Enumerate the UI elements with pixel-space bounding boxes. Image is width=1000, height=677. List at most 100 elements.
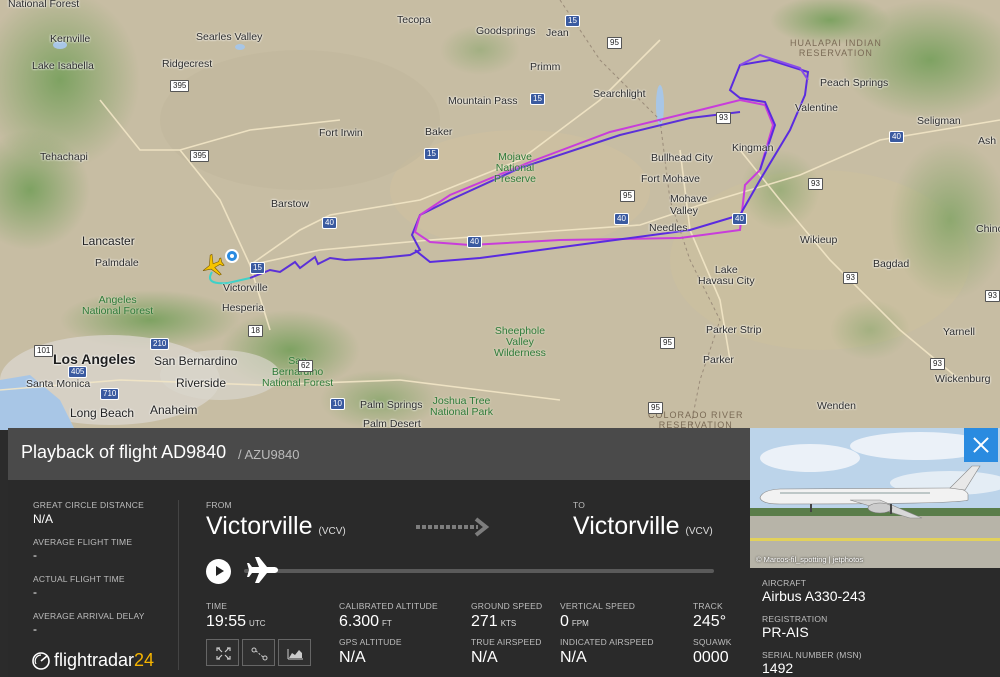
toggle-route-button[interactable] (242, 639, 275, 666)
label-kernville: Kernville (50, 33, 91, 45)
label-tecopa: Tecopa (397, 14, 431, 26)
label-seligman: Seligman (917, 115, 961, 127)
label-baker: Baker (425, 126, 453, 138)
play-button[interactable] (206, 559, 231, 584)
label-wickenburg: Wickenburg (935, 373, 991, 385)
highway-shield: 40 (614, 213, 629, 225)
highway-shield: 395 (170, 80, 190, 92)
avg-flight-label: AVERAGE FLIGHT TIME (33, 537, 133, 547)
serial-label: SERIAL NUMBER (MSN) (762, 650, 862, 660)
highway-shield: 93 (716, 112, 731, 124)
ground-speed-label: GROUND SPEED (471, 601, 543, 611)
airport-pin-icon[interactable] (225, 249, 239, 263)
highway-shield: 93 (930, 358, 945, 370)
expand-icon (216, 647, 231, 660)
graph-icon (287, 649, 303, 660)
registration-value: PR-AIS (762, 624, 809, 640)
label-valentine: Valentine (795, 102, 839, 114)
aircraft-label: AIRCRAFT (762, 578, 807, 588)
actual-flight-value: - (33, 585, 37, 599)
avg-delay-label: AVERAGE ARRIVAL DELAY (33, 611, 145, 621)
callsign-subtitle: / AZU9840 (238, 447, 300, 462)
label-lancaster: Lancaster (82, 234, 135, 248)
highway-shield: 95 (648, 402, 663, 414)
squawk-value: 0000 (693, 649, 729, 666)
registration-label: REGISTRATION (762, 614, 828, 624)
label-lake-isabella: Lake Isabella (32, 60, 94, 72)
ground-speed-value: 271 KTS (471, 613, 517, 630)
destination-city: Victorville (573, 512, 680, 540)
toggle-aircraft-button[interactable] (206, 639, 239, 666)
aircraft-info: AIRCRAFT Airbus A330-243 REGISTRATION PR… (750, 568, 1000, 677)
label-palm-springs: Palm Springs (360, 399, 423, 411)
label-mohave-valley: Mohave Valley (670, 193, 708, 217)
label-bagdad: Bagdad (873, 258, 910, 270)
timeline-plane-icon[interactable] (246, 556, 280, 584)
avg-delay-value: - (33, 622, 37, 636)
flightradar24-logo: flightradar 24 (32, 650, 154, 671)
label-wikieup: Wikieup (800, 234, 838, 246)
panel-body: GREAT CIRCLE DISTANCE N/A AVERAGE FLIGHT… (8, 480, 750, 677)
toggle-graph-button[interactable] (278, 639, 311, 666)
gps-alt-label: GPS ALTITUDE (339, 637, 402, 647)
highway-shield: 15 (250, 262, 265, 274)
close-button[interactable] (964, 428, 998, 462)
label-mountain-pass: Mountain Pass (448, 95, 518, 107)
gps-alt-value: N/A (339, 649, 366, 666)
time-label: TIME (206, 601, 228, 611)
highway-shield: 10 (330, 398, 345, 410)
label-peach-springs: Peach Springs (820, 77, 889, 89)
label-joshua-tree: Joshua Tree National Park (430, 395, 494, 418)
highway-shield: 40 (732, 213, 747, 225)
aircraft-image (750, 428, 1000, 568)
indicated-airspeed-label: INDICATED AIRSPEED (560, 637, 654, 647)
destination-code: (VCV) (685, 526, 713, 537)
label-fort-mohave: Fort Mohave (641, 173, 700, 185)
flight-map[interactable]: National Forest Kernville Lake Isabella … (0, 0, 1000, 430)
highway-shield: 101 (34, 345, 54, 357)
great-circle-label: GREAT CIRCLE DISTANCE (33, 500, 144, 510)
logo-number: 24 (134, 650, 155, 670)
label-long-beach: Long Beach (70, 406, 135, 420)
label-fort-irwin: Fort Irwin (319, 127, 363, 139)
highway-shield: 95 (620, 190, 635, 202)
squawk-label: SQUAWK (693, 637, 732, 647)
label-jean: Jean (546, 27, 569, 39)
label-kingman: Kingman (732, 142, 774, 154)
label-bullhead: Bullhead City (651, 152, 713, 164)
vertical-speed-label: VERTICAL SPEED (560, 601, 636, 611)
logo-text: flightradar (54, 650, 135, 670)
serial-value: 1492 (762, 660, 794, 676)
origin-code: (VCV) (318, 526, 346, 537)
label-wenden: Wenden (817, 400, 856, 412)
highway-shield: 15 (530, 93, 545, 105)
aircraft-photo[interactable]: © Marcos-fil_spotting | jetphotos (750, 428, 1000, 568)
label-ash: Ash (978, 135, 997, 147)
label-san-bernardino: San Bernardino (154, 354, 238, 368)
origin-airport: Victorville (VCV) (206, 512, 346, 541)
label-angeles-nf: Angeles National Forest (82, 294, 154, 317)
label-national-forest-top: National Forest (8, 0, 80, 10)
cal-alt-value: 6.300 FT (339, 613, 392, 630)
time-value: 19:55 UTC (206, 613, 266, 630)
label-santa-monica: Santa Monica (26, 378, 91, 390)
label-anaheim: Anaheim (150, 403, 198, 417)
label-hesperia: Hesperia (222, 302, 265, 314)
from-label: FROM (206, 500, 232, 510)
label-mojave: Mojave National Preserve (494, 151, 537, 185)
highway-shield: 93 (843, 272, 858, 284)
to-label: TO (573, 500, 586, 510)
highway-shield: 405 (68, 366, 88, 378)
label-chino: Chino (976, 223, 1000, 235)
label-riverside: Riverside (176, 376, 227, 390)
true-airspeed-value: N/A (471, 649, 498, 666)
playback-timeline[interactable] (244, 569, 714, 573)
highway-shield: 40 (467, 236, 482, 248)
highway-shield: 93 (985, 290, 1000, 302)
label-palmdale: Palmdale (95, 257, 139, 269)
highway-shield: 40 (322, 217, 337, 229)
highway-shield: 710 (100, 388, 120, 400)
label-searchlight: Searchlight (593, 88, 646, 100)
highway-shield: 40 (889, 131, 904, 143)
label-los-angeles: Los Angeles (53, 351, 136, 367)
